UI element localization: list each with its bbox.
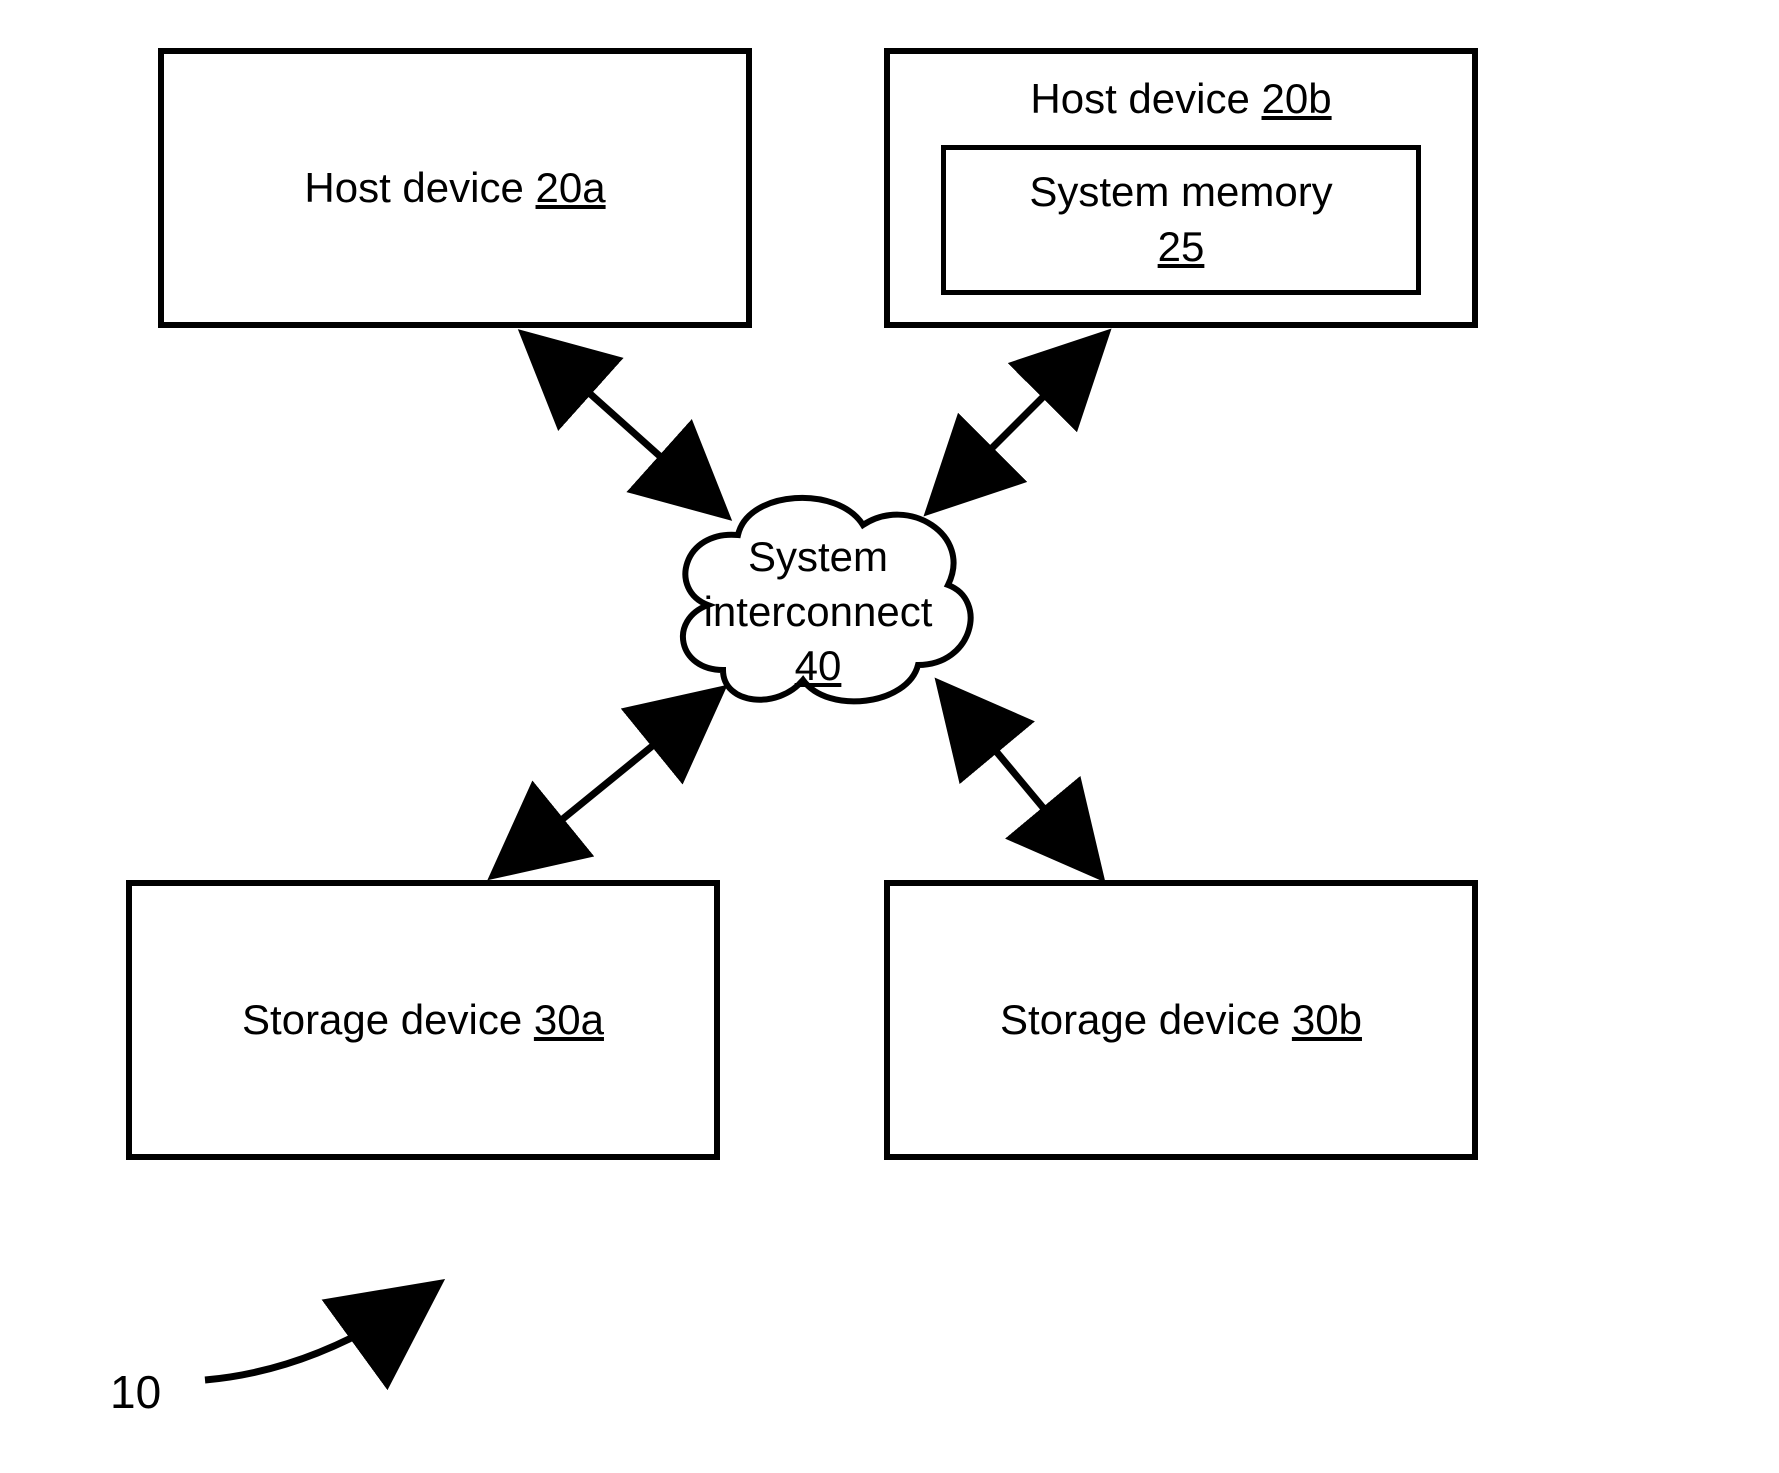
figure-ref-label: 10 [110,1365,161,1419]
figure-ref-arrow [0,0,1779,1473]
